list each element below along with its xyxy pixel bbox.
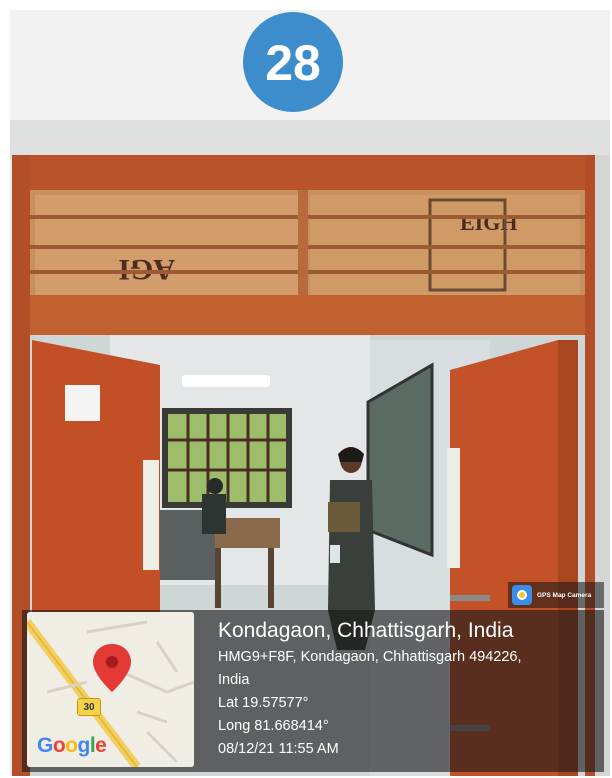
svg-text:AGI: AGI: [118, 253, 175, 286]
google-logo: Google: [37, 734, 107, 757]
svg-text:EIGH: EIGH: [460, 210, 517, 235]
room-number-text: 28: [265, 35, 321, 91]
address-line-1: HMG9+F8F, Kondagaon, Chhattisgarh 494226…: [218, 649, 522, 665]
timestamp: 08/12/21 11:55 AM: [218, 741, 339, 757]
location-title: Kondagaon, Chhattisgarh, India: [218, 619, 514, 642]
gps-camera-badge: GPS Map Camera: [508, 582, 604, 608]
map-thumbnail: 30 Google: [27, 612, 194, 767]
photo-frame: 28 AGI EIGH GPS Map Camera 30 Google Kon…: [0, 0, 612, 778]
geotag-panel: 30 Google Kondagaon, Chhattisgarh, India…: [22, 610, 604, 772]
latitude: Lat 19.57577°: [218, 695, 309, 711]
route-shield: 30: [77, 698, 101, 716]
door-paper-note: [65, 385, 100, 421]
longitude: Long 81.668414°: [218, 718, 329, 734]
address-line-2: India: [218, 672, 250, 688]
camera-icon: [512, 585, 532, 605]
badge-label: GPS Map Camera: [537, 591, 592, 599]
geotag-text: Kondagaon, Chhattisgarh, India HMG9+F8F,…: [218, 616, 522, 761]
